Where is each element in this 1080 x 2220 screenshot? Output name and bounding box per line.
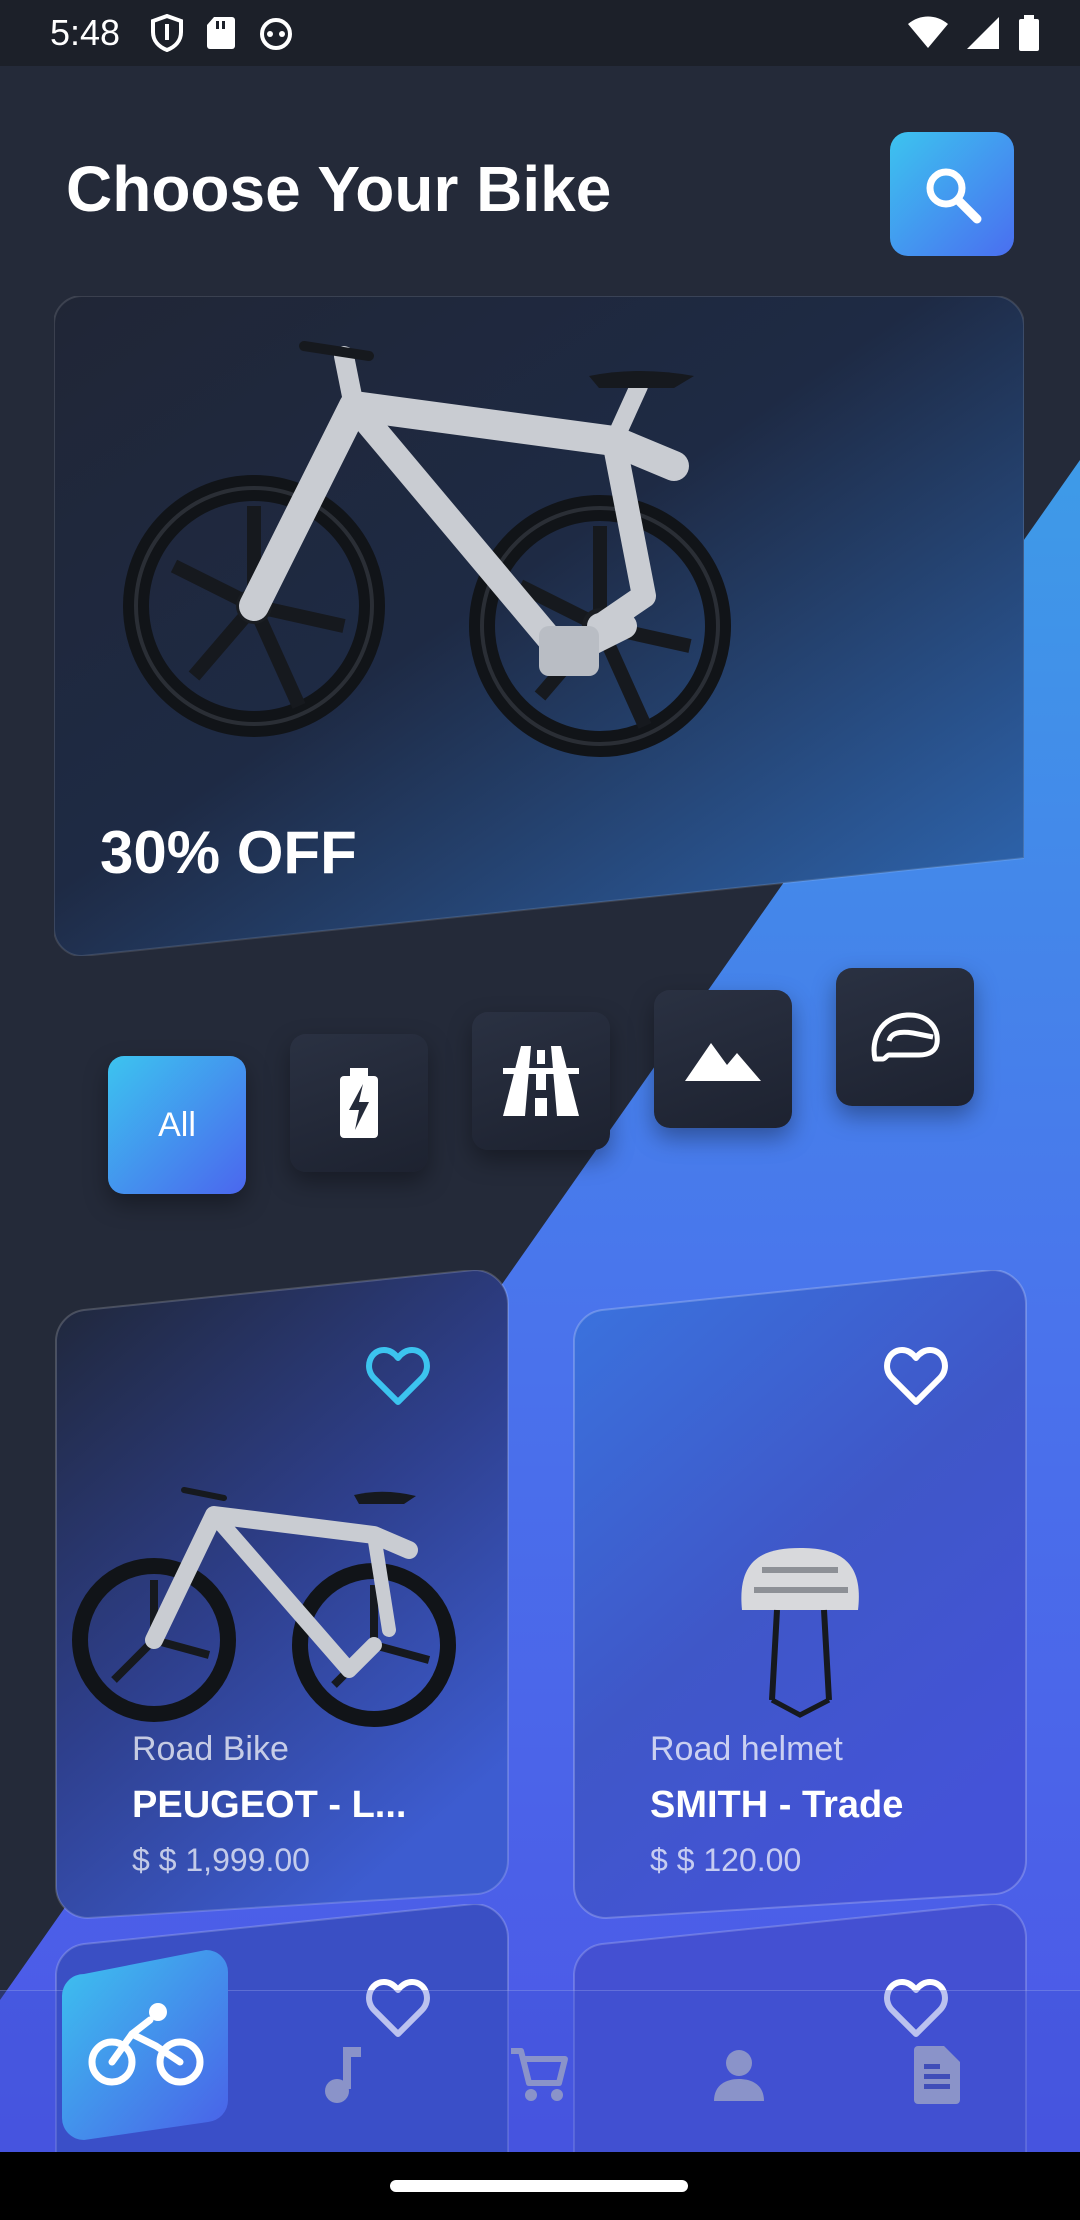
cat-face-icon [260,18,293,50]
nav-item-profile[interactable] [704,2040,774,2110]
app-screen: 5:48 Choose Your Bike 30% OFF All Road B… [0,0,1080,2220]
nav-item-music[interactable] [306,2040,376,2110]
signal-icon [967,17,999,49]
favorite-heart-icon[interactable] [366,1346,430,1406]
battery-bolt-icon [340,1068,378,1138]
home-gesture-bar[interactable] [390,2180,688,2192]
product-name: PEUGEOT - L... [132,1784,407,1826]
page-title: Choose Your Bike [66,153,612,225]
wifi-icon [908,16,948,48]
music-icon [325,2047,361,2103]
category-helmet[interactable] [836,968,974,1106]
person-icon [714,2050,764,2101]
shield-icon [151,14,184,52]
category-road[interactable] [472,1012,610,1150]
category-all-label: All [158,1105,196,1144]
sd-card-icon [207,17,236,49]
search-icon [926,168,982,224]
status-bar: 5:48 [0,0,1080,66]
product-price: $ $ 120.00 [650,1842,802,1878]
category-all[interactable]: All [108,1056,246,1194]
search-button[interactable] [890,132,1014,256]
product-name: SMITH - Trade [650,1784,904,1826]
category-electric[interactable] [290,1034,428,1172]
product-price: $ $ 1,999.00 [132,1842,310,1878]
nav-item-orders[interactable] [902,2040,972,2110]
hero-discount-label: 30% OFF [100,819,357,886]
nav-item-bikes[interactable] [60,1950,230,2140]
battery-icon [1019,15,1039,51]
product-type: Road Bike [132,1730,289,1768]
document-icon [914,2046,960,2104]
category-mountain[interactable] [654,990,792,1128]
favorite-heart-icon[interactable] [884,1346,948,1406]
status-time: 5:48 [50,12,121,53]
mountain-icon [685,1043,761,1081]
nav-item-cart[interactable] [504,2040,574,2110]
cart-icon [511,2048,568,2101]
road-icon [503,1046,579,1116]
helmet-icon [871,1012,940,1062]
product-type: Road helmet [650,1730,843,1768]
